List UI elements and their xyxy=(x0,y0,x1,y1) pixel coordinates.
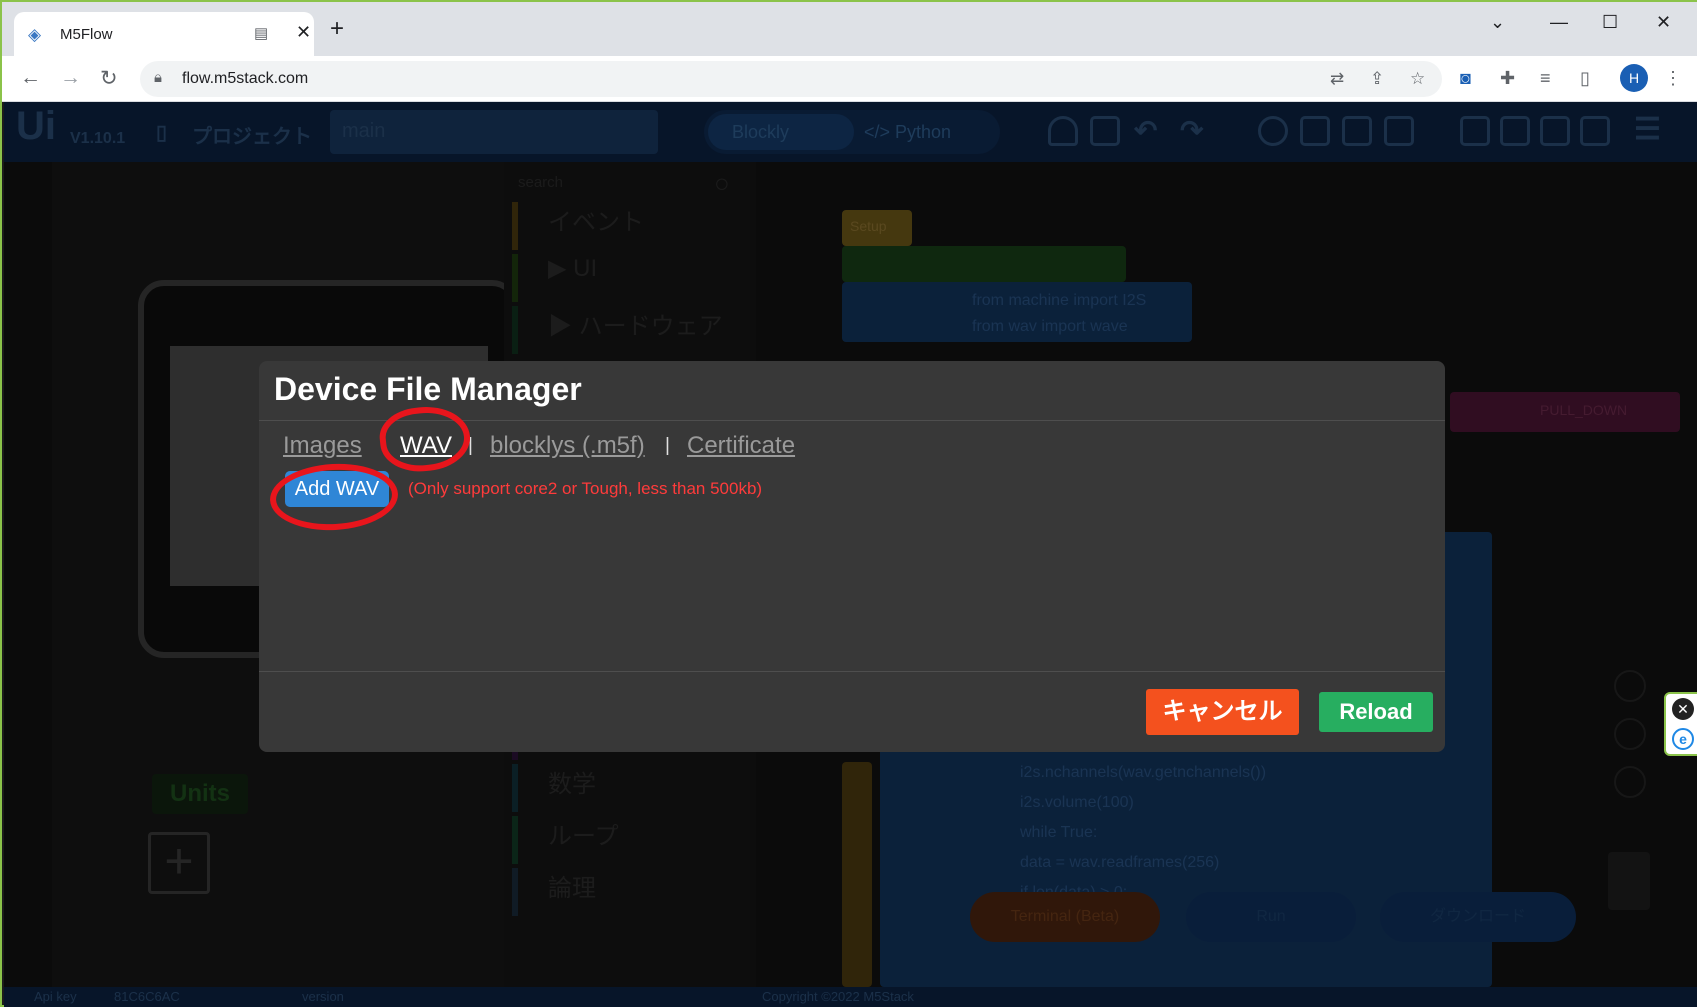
wav-support-note: (Only support core2 or Tough, less than … xyxy=(408,479,763,498)
back-icon[interactable]: ← xyxy=(20,66,41,90)
reload-page-icon[interactable]: ↻ xyxy=(100,66,118,91)
cancel-button[interactable]: キャンセル xyxy=(1146,689,1299,735)
browser-tab[interactable]: ◈ M5Flow ▤ ✕ xyxy=(14,12,314,56)
profile-avatar[interactable]: H xyxy=(1620,64,1648,92)
dialog-title: Device File Manager xyxy=(274,371,582,407)
share-icon[interactable]: ⇪ xyxy=(1370,69,1384,89)
minimize-button[interactable]: — xyxy=(1550,12,1568,33)
side-panel-icon[interactable]: ▯ xyxy=(1580,68,1590,89)
tab-wav[interactable]: WAV xyxy=(400,432,452,460)
lock-icon[interactable]: 🔒︎ xyxy=(154,69,162,86)
bookmark-star-icon[interactable]: ☆ xyxy=(1410,69,1425,89)
tab-certificate[interactable]: Certificate xyxy=(687,432,795,460)
media-control-icon[interactable]: ≡ xyxy=(1540,68,1551,89)
tab-strip: ◈ M5Flow ▤ ✕ + ⌄ — ☐ ✕ xyxy=(2,2,1697,56)
extension-search-icon[interactable]: ◙ xyxy=(1460,68,1471,89)
add-wav-button[interactable]: Add WAV xyxy=(285,471,389,507)
browser-menu-icon[interactable]: ⋮ xyxy=(1664,68,1682,89)
tab-close-icon[interactable]: ✕ xyxy=(296,22,311,43)
m5flow-favicon-icon: ◈ xyxy=(28,25,42,44)
divider xyxy=(259,420,1445,421)
tab-separator: | xyxy=(468,435,473,456)
widget-close-icon[interactable]: ✕ xyxy=(1672,698,1694,720)
tab-images[interactable]: Images xyxy=(283,432,362,460)
reload-button[interactable]: Reload xyxy=(1319,692,1433,732)
maximize-button[interactable]: ☐ xyxy=(1602,12,1618,33)
extensions-puzzle-icon[interactable]: ✚ xyxy=(1500,68,1515,89)
forward-icon[interactable]: → xyxy=(60,66,81,90)
widget-e-icon[interactable]: e xyxy=(1672,728,1694,750)
device-file-manager-dialog: Device File Manager Images WAV | blockly… xyxy=(259,361,1445,752)
tab-blocklys[interactable]: blocklys (.m5f) xyxy=(490,432,645,460)
new-tab-button[interactable]: + xyxy=(330,17,344,41)
browser-toolbar: ← → ↻ 🔒︎ flow.m5stack.com ⇄ ⇪ ☆ ◙ ✚ ≡ ▯ … xyxy=(2,56,1697,102)
tab-separator: | xyxy=(665,435,670,456)
browser-window: ◈ M5Flow ▤ ✕ + ⌄ — ☐ ✕ ← → ↻ 🔒︎ flow.m5s… xyxy=(0,0,1697,1007)
divider xyxy=(259,671,1445,672)
reader-mode-icon[interactable]: ▤ xyxy=(254,24,268,42)
close-window-button[interactable]: ✕ xyxy=(1656,12,1671,33)
extension-widget: ✕ e xyxy=(1664,692,1697,756)
tab-title: M5Flow xyxy=(60,26,113,43)
url-text: flow.m5stack.com xyxy=(182,70,309,87)
translate-icon[interactable]: ⇄ xyxy=(1330,69,1344,89)
address-bar[interactable]: 🔒︎ flow.m5stack.com ⇄ ⇪ ☆ xyxy=(140,61,1442,97)
tab-search-icon[interactable]: ⌄ xyxy=(1490,12,1505,33)
